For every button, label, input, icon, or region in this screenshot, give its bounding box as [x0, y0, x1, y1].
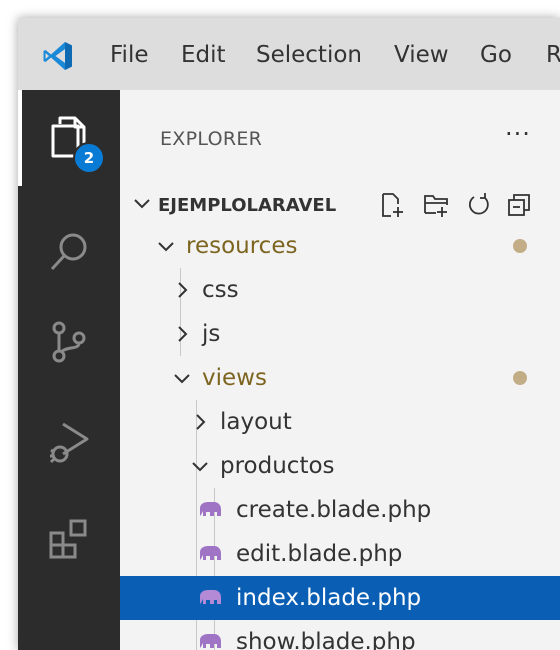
- new-file-icon[interactable]: [378, 191, 406, 219]
- php-elephant-icon: [200, 546, 221, 560]
- chevron-right-icon: [178, 326, 188, 342]
- tree-item-label: resources: [186, 233, 298, 259]
- menu-edit[interactable]: Edit: [181, 40, 226, 70]
- chevron-right-icon: [178, 282, 188, 298]
- chevron-right-icon: [196, 414, 206, 430]
- menu-go[interactable]: Go: [480, 40, 512, 70]
- tree-item-css[interactable]: css: [120, 268, 560, 312]
- php-elephant-icon: [200, 634, 221, 648]
- tree-item-layout[interactable]: layout: [120, 400, 560, 444]
- vscode-window: File Edit Selection View Go R 2 EXPLORER…: [18, 18, 560, 650]
- menu-view[interactable]: View: [394, 40, 449, 70]
- tree-item-label: edit.blade.php: [236, 541, 403, 567]
- tree-item-productos[interactable]: productos: [120, 444, 560, 488]
- new-folder-icon[interactable]: [422, 191, 450, 219]
- run-debug-icon[interactable]: [45, 418, 93, 466]
- menu-bar: File Edit Selection View Go R: [18, 18, 560, 90]
- active-indicator: [18, 90, 22, 186]
- php-elephant-icon: [200, 590, 221, 604]
- tree-item-label: productos: [220, 453, 335, 479]
- workspace-folder-name: EJEMPLOLARAVEL: [158, 195, 337, 216]
- tree-item-index-blade[interactable]: index.blade.php: [120, 576, 560, 620]
- tree-item-label: js: [202, 321, 221, 347]
- explorer-title: EXPLORER: [160, 128, 263, 150]
- tree-item-js[interactable]: js: [120, 312, 560, 356]
- vscode-logo-icon: [43, 42, 72, 70]
- extensions-icon[interactable]: [45, 515, 93, 563]
- menu-run[interactable]: R: [546, 40, 560, 70]
- tree-item-label: create.blade.php: [236, 497, 432, 523]
- explorer-badge: 2: [73, 142, 105, 174]
- tree-item-label: layout: [220, 409, 292, 435]
- activity-bar: 2: [18, 90, 120, 650]
- modified-dot-icon: [513, 239, 527, 253]
- explorer-panel: EXPLORER ··· EJEMPLOLARAVEL resources cs…: [120, 90, 560, 650]
- chevron-down-icon: [174, 374, 190, 384]
- tree-item-resources[interactable]: resources: [120, 224, 560, 268]
- workspace-folder-header[interactable]: EJEMPLOLARAVEL: [120, 181, 560, 225]
- chevron-down-icon: [134, 199, 150, 209]
- chevron-down-icon: [192, 462, 208, 472]
- php-elephant-icon: [200, 502, 221, 516]
- menu-file[interactable]: File: [110, 40, 149, 70]
- tree-item-create-blade[interactable]: create.blade.php: [120, 488, 560, 532]
- search-icon[interactable]: [45, 228, 93, 276]
- source-control-icon[interactable]: [45, 318, 93, 366]
- modified-dot-icon: [513, 371, 527, 385]
- refresh-icon[interactable]: [465, 191, 493, 219]
- tree-item-views[interactable]: views: [120, 356, 560, 400]
- tree-item-show-blade[interactable]: show.blade.php: [120, 620, 560, 650]
- tree-item-label: index.blade.php: [236, 585, 422, 611]
- chevron-down-icon: [158, 242, 174, 252]
- more-actions-button[interactable]: ···: [505, 120, 531, 148]
- collapse-all-icon[interactable]: [505, 191, 533, 219]
- tree-item-label: views: [202, 365, 267, 391]
- menu-selection[interactable]: Selection: [256, 40, 362, 70]
- tree-item-label: css: [202, 277, 239, 303]
- tree-item-label: show.blade.php: [236, 629, 416, 650]
- tree-item-edit-blade[interactable]: edit.blade.php: [120, 532, 560, 576]
